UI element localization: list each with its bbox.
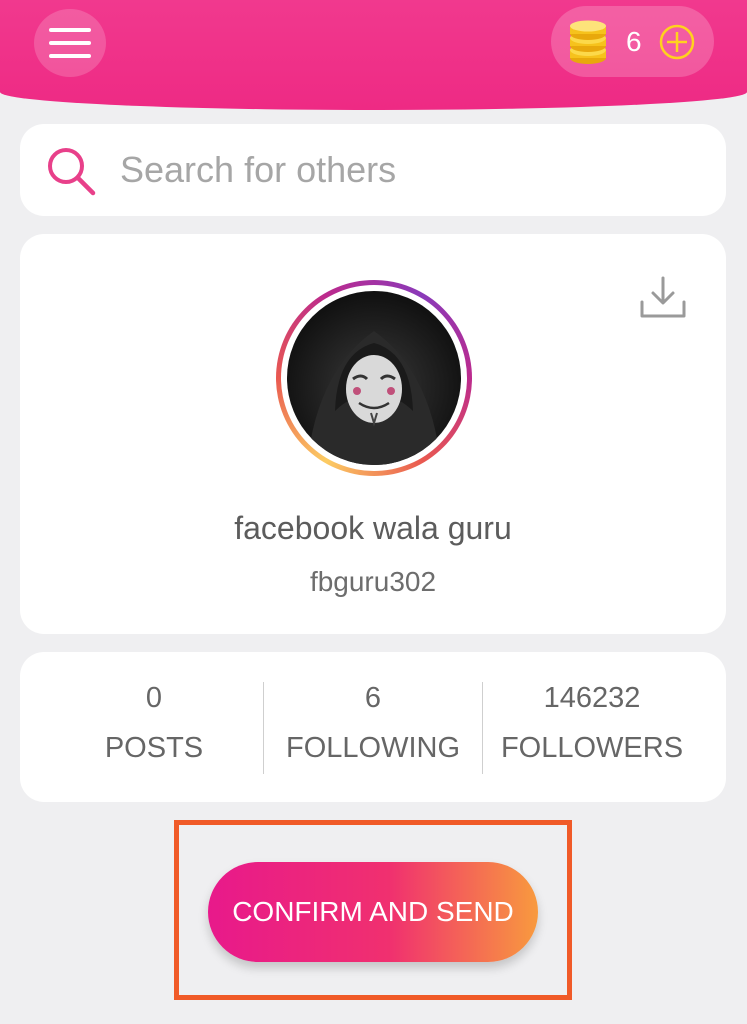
avatar	[287, 291, 461, 465]
download-icon[interactable]	[638, 274, 688, 320]
confirm-and-send-button[interactable]: CONFIRM AND SEND	[208, 862, 538, 962]
search-bar	[20, 124, 726, 216]
profile-card: facebook wala guru fbguru302	[20, 234, 726, 634]
hamburger-menu-icon	[49, 28, 91, 32]
menu-button[interactable]	[34, 9, 106, 77]
stats-card: 0 POSTS 6 FOLLOWING 146232 FOLLOWERS	[20, 652, 726, 802]
stat-label: FOLLOWERS	[500, 732, 684, 764]
profile-name: facebook wala guru	[234, 510, 512, 546]
profile-username: fbguru302	[309, 566, 437, 597]
coins-icon	[570, 20, 606, 64]
top-bar: 6	[0, 0, 747, 110]
stat-label: POSTS	[104, 732, 204, 764]
stat-label: FOLLOWING	[285, 732, 460, 764]
stat-following: 6 FOLLOWING	[263, 680, 483, 766]
search-input[interactable]	[120, 142, 700, 198]
coin-balance[interactable]: 6	[551, 6, 714, 77]
stat-posts: 0 POSTS	[44, 680, 264, 766]
stat-value: 0	[145, 682, 163, 714]
search-icon[interactable]	[44, 144, 98, 198]
plus-circle-icon[interactable]	[657, 22, 697, 62]
avatar-story-ring[interactable]	[276, 280, 472, 476]
avatar-image	[307, 331, 441, 465]
stat-value: 146232	[543, 682, 641, 714]
coin-count: 6	[626, 26, 642, 57]
stat-followers: 146232 FOLLOWERS	[482, 680, 702, 766]
stat-value: 6	[364, 682, 382, 714]
